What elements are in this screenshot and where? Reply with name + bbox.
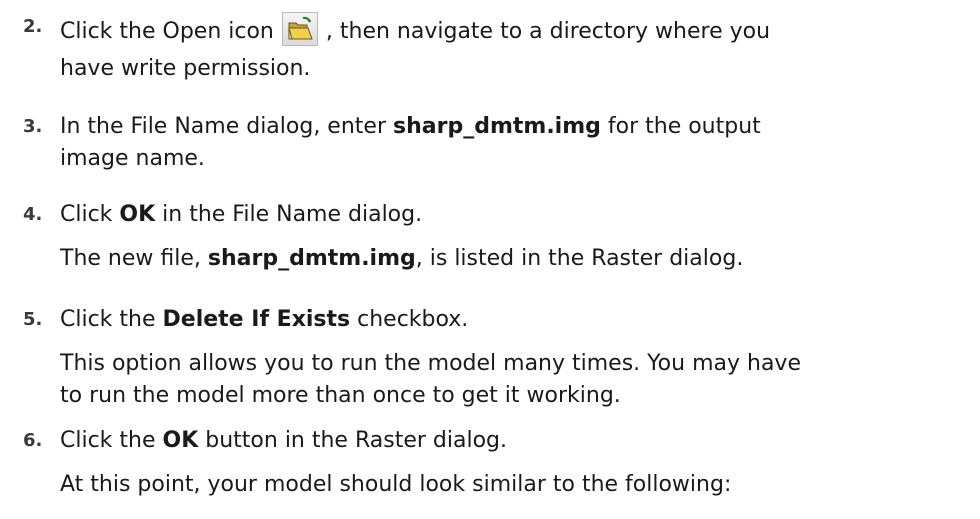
step-text: in the File Name dialog. <box>155 202 423 227</box>
step-text-line: to run the model more than once to get i… <box>60 383 621 408</box>
checkbox-label-text: Delete If Exists <box>162 307 351 332</box>
filename-text: sharp_dmtm.img <box>393 114 601 139</box>
step-text-line: The new file, sharp_dmtm.img, is listed … <box>60 244 743 274</box>
ok-label-text: OK <box>162 428 199 453</box>
step-number: 4. <box>23 204 43 225</box>
step-text: Click the Open icon <box>60 19 274 44</box>
step-text: The new file, <box>60 246 208 271</box>
step-text: Click the <box>60 428 163 453</box>
step-text: for the output <box>600 114 761 139</box>
step-number: 5. <box>23 309 43 330</box>
step-number: 6. <box>23 430 43 451</box>
step-text: , is listed in the Raster dialog. <box>415 246 744 271</box>
step-text: Click <box>60 202 120 227</box>
step-text: checkbox. <box>350 307 469 332</box>
step-text: In the File Name dialog, enter <box>60 114 393 139</box>
step-number: 2. <box>23 16 43 37</box>
ok-label-text: OK <box>119 202 156 227</box>
step-text-line: In the File Name dialog, enter sharp_dmt… <box>60 112 761 142</box>
step-text-line: This option allows you to run the model … <box>60 351 801 376</box>
step-text-line: Click the Delete If Exists checkbox. <box>60 305 468 335</box>
step-number: 3. <box>23 116 43 137</box>
step-text-line: Click the Open icon , then navigate to a… <box>60 12 770 47</box>
step-text: Click the <box>60 307 163 332</box>
open-folder-icon <box>281 12 318 46</box>
filename-text: sharp_dmtm.img <box>207 246 416 271</box>
step-text-line: image name. <box>60 146 205 171</box>
step-text-line: At this point, your model should look si… <box>60 472 732 497</box>
step-text-line: have write permission. <box>60 56 311 81</box>
step-text-line: Click OK in the File Name dialog. <box>60 200 422 230</box>
step-text-line: Click the OK button in the Raster dialog… <box>60 426 507 456</box>
step-text: button in the Raster dialog. <box>198 428 507 453</box>
instruction-document: 2. Click the Open icon , then navigate t… <box>0 0 980 519</box>
step-text: , then navigate to a directory where you <box>325 19 771 44</box>
